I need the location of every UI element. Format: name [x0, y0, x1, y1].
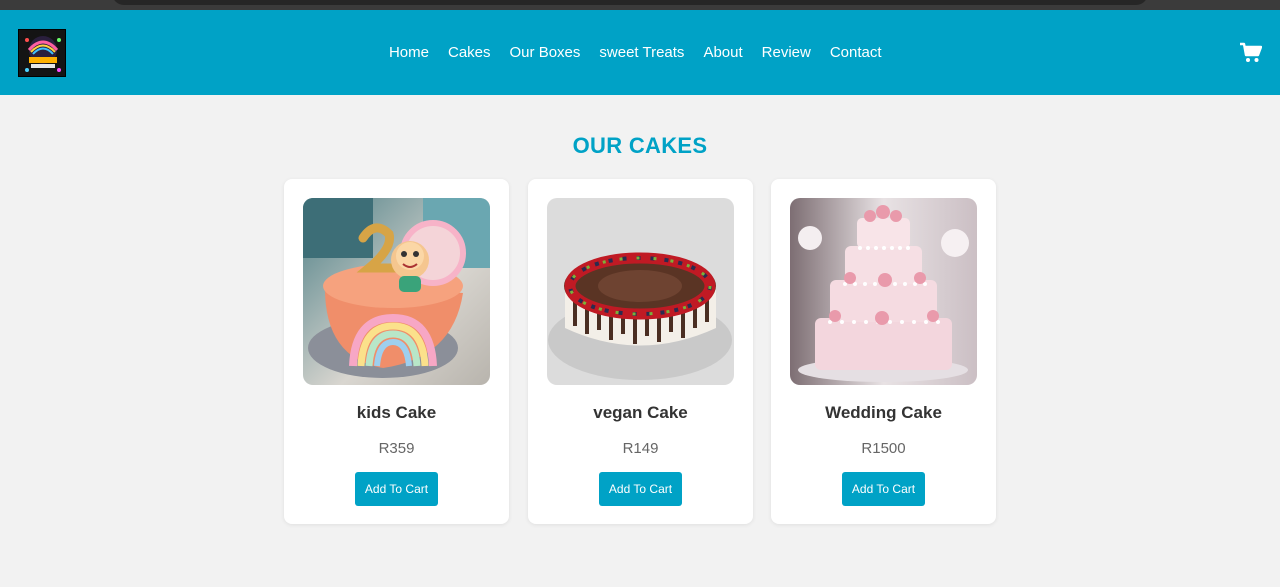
product-price: R1500: [861, 440, 906, 457]
section-title: OUR CAKES: [572, 133, 708, 158]
nav-home[interactable]: Home: [389, 44, 429, 62]
shopping-cart-icon[interactable]: [1240, 42, 1263, 64]
wedding-cake-image: [790, 198, 977, 385]
product-price: R359: [378, 440, 415, 457]
add-to-cart-button[interactable]: Add To Cart: [355, 472, 438, 506]
product-card-wedding-cake: Wedding Cake R1500 Add To Cart: [771, 179, 996, 524]
product-card-kids-cake: kids Cake R359 Add To Cart: [284, 179, 509, 524]
kids-cake-image: [303, 198, 490, 385]
product-name: vegan Cake: [593, 403, 688, 422]
nav-our-boxes[interactable]: Our Boxes: [510, 44, 581, 62]
product-price: R149: [622, 440, 659, 457]
browser-top-strip: [0, 0, 1280, 10]
main-nav: Home Cakes Our Boxes sweet Treats About …: [0, 44, 1280, 62]
product-name: Wedding Cake: [825, 403, 942, 422]
browser-bar: [112, 0, 1148, 5]
nav-sweet-treats[interactable]: sweet Treats: [599, 44, 684, 62]
product-name: kids Cake: [356, 403, 437, 422]
vegan-cake-image: [547, 198, 734, 385]
nav-contact[interactable]: Contact: [830, 44, 882, 62]
nav-review[interactable]: Review: [762, 44, 811, 62]
nav-about[interactable]: About: [703, 44, 742, 62]
nav-cakes[interactable]: Cakes: [448, 44, 491, 62]
product-card-vegan-cake: vegan Cake R149 Add To Cart: [528, 179, 753, 524]
add-to-cart-button[interactable]: Add To Cart: [842, 472, 925, 506]
add-to-cart-button[interactable]: Add To Cart: [599, 472, 682, 506]
navbar: Home Cakes Our Boxes sweet Treats About …: [0, 10, 1280, 95]
